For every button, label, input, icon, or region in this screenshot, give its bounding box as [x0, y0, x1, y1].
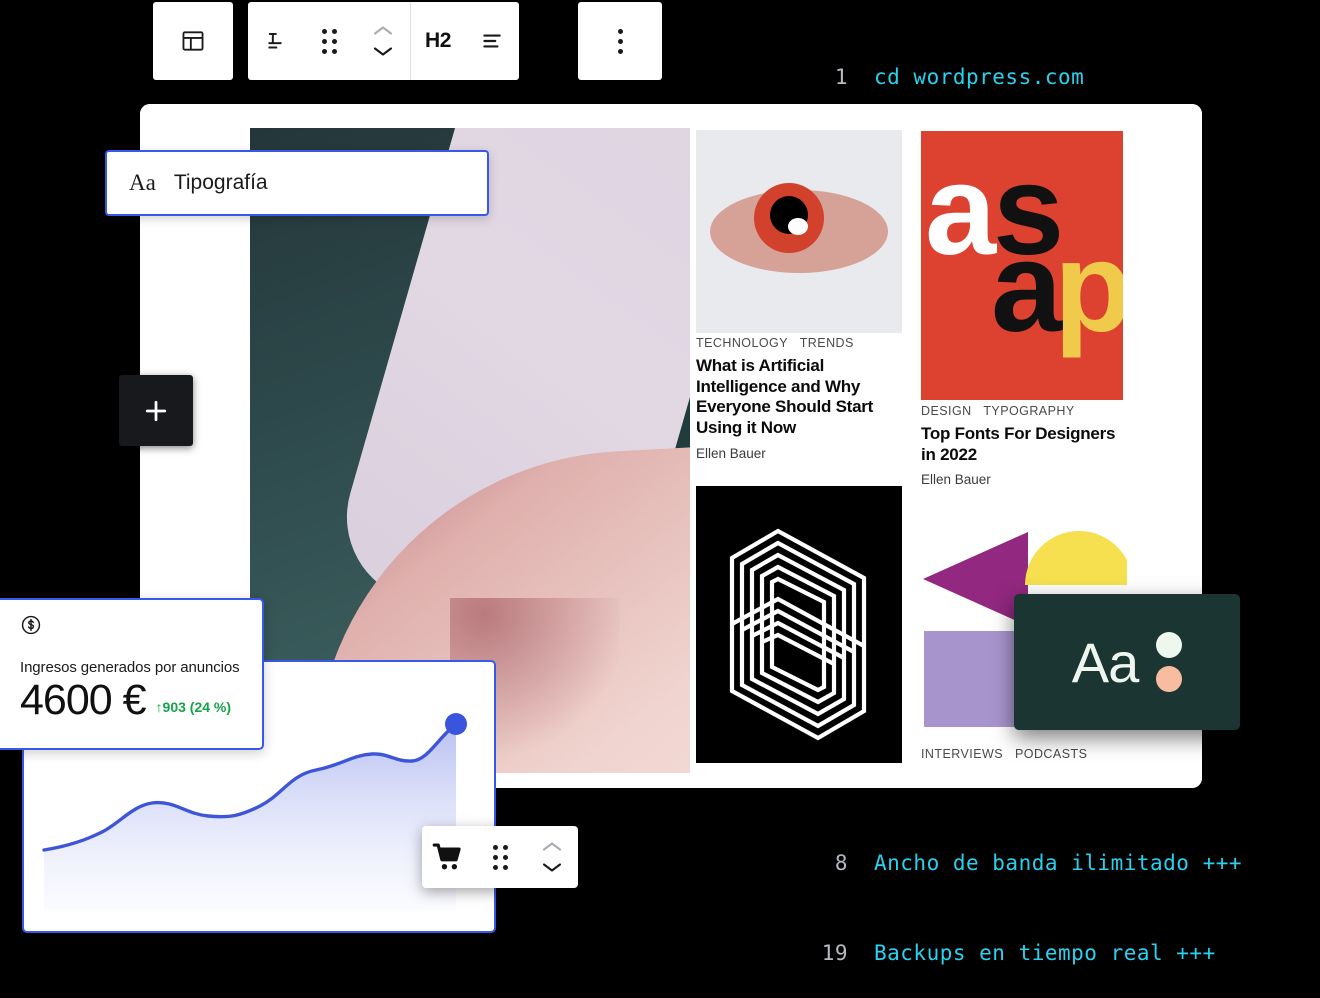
- chevron-up-icon[interactable]: [542, 841, 562, 852]
- article-card-fonts[interactable]: DESIGN TYPOGRAPHY Top Fonts For Designer…: [921, 404, 1133, 487]
- article-categories: TECHNOLOGY TRENDS: [696, 336, 908, 350]
- category-tag[interactable]: TECHNOLOGY: [696, 336, 788, 350]
- code-line: 8 Ancho de banda ilimitado +++: [800, 848, 1281, 878]
- article-author[interactable]: Ellen Bauer: [921, 472, 1133, 487]
- chart-end-marker: [445, 713, 467, 735]
- code-text: Backups en tiempo real +++: [874, 941, 1216, 965]
- toolbar-group-format: H2: [411, 2, 519, 80]
- color-swatches: [1156, 632, 1183, 692]
- screenshot-stage: 1 cd wordpress.com 2 $ git pull 3 enumer…: [0, 0, 1320, 998]
- layout-template-button[interactable]: [153, 2, 233, 80]
- plus-icon: [145, 400, 167, 421]
- category-tag[interactable]: TYPOGRAPHY: [983, 404, 1074, 418]
- stat-value: 4600 €: [20, 676, 147, 724]
- drag-handle-icon: [492, 844, 508, 870]
- paragraph-text-icon: [268, 32, 282, 49]
- line-number: 8: [834, 851, 848, 875]
- category-tag[interactable]: PODCASTS: [1015, 747, 1087, 761]
- typography-setting-card[interactable]: Aa Tipografía: [105, 150, 489, 216]
- code-text: cd wordpress.com: [874, 65, 1085, 89]
- line-number: 19: [821, 941, 848, 965]
- article-thumbnail-asap[interactable]: a s a p: [921, 131, 1123, 400]
- dollar-circle-icon: [21, 615, 41, 635]
- font-preview-card[interactable]: Aa: [1014, 594, 1240, 730]
- paragraph-block-button[interactable]: [248, 2, 302, 80]
- chevron-down-icon[interactable]: [542, 862, 562, 873]
- terminal-code-bottom: 8 Ancho de banda ilimitado +++ 19 Backup…: [800, 788, 1281, 998]
- line-number: 1: [834, 65, 848, 89]
- block-move-buttons[interactable]: [356, 2, 410, 80]
- toolbar-group-block: [248, 2, 410, 80]
- text-align-button[interactable]: [465, 2, 519, 80]
- heading-level-label: H2: [424, 29, 452, 52]
- category-tag[interactable]: DESIGN: [921, 404, 972, 418]
- article-thumbnail-eye[interactable]: [696, 130, 902, 333]
- stat-label: Ingresos generados por anuncios: [20, 659, 240, 676]
- typography-aa-icon: Aa: [129, 170, 156, 195]
- cart-block-button[interactable]: [422, 826, 474, 888]
- poster-letter-a2: a: [991, 216, 1063, 359]
- layout-template-icon: [182, 31, 204, 51]
- category-tag[interactable]: TRENDS: [800, 336, 854, 350]
- drag-handle-icon: [321, 28, 337, 54]
- shopping-cart-icon: [432, 843, 461, 870]
- article-thumbnail-maze[interactable]: [696, 486, 902, 763]
- article-categories: DESIGN TYPOGRAPHY: [921, 404, 1133, 418]
- heading-level-button[interactable]: H2: [411, 2, 465, 80]
- code-text: Ancho de banda ilimitado +++: [874, 851, 1243, 875]
- font-preview-label: Aa: [1071, 630, 1139, 694]
- cart-move-buttons[interactable]: [526, 826, 578, 888]
- swatch-cream[interactable]: [1156, 632, 1183, 658]
- chart-area-fill: [44, 724, 456, 911]
- hex-maze-icon: [729, 528, 867, 741]
- square-shape: [924, 631, 1019, 727]
- cart-block-toolbar[interactable]: [422, 826, 578, 888]
- article-card-interviews[interactable]: INTERVIEWS PODCASTS: [921, 747, 1133, 761]
- add-block-button[interactable]: [119, 375, 193, 446]
- triangle-shape: [923, 532, 1028, 626]
- category-tag[interactable]: INTERVIEWS: [921, 747, 1003, 761]
- article-categories: INTERVIEWS PODCASTS: [921, 747, 1133, 761]
- poster-letter-p: p: [1054, 216, 1123, 359]
- typography-label: Tipografía: [173, 171, 268, 194]
- article-card-ai[interactable]: TECHNOLOGY TRENDS What is Artificial Int…: [696, 336, 908, 461]
- block-options-button[interactable]: [578, 2, 662, 80]
- revenue-stat-card[interactable]: Ingresos generados por anuncios 4600 € ↑…: [0, 598, 264, 750]
- eye-highlight-shape: [788, 218, 808, 235]
- code-line: 19 Backups en tiempo real +++: [800, 938, 1281, 968]
- code-line: 1 cd wordpress.com: [800, 62, 1163, 92]
- more-vertical-icon: [617, 28, 623, 54]
- swatch-peach[interactable]: [1156, 666, 1183, 692]
- poster-letter-a1: a: [925, 139, 997, 282]
- block-drag-handle[interactable]: [302, 2, 356, 80]
- chevron-up-icon[interactable]: [373, 25, 393, 36]
- chevron-down-icon[interactable]: [373, 46, 393, 57]
- block-toolbar[interactable]: H2: [248, 2, 519, 80]
- stat-delta: ↑903 (24 %): [155, 699, 232, 716]
- semicircle-shape: [1025, 531, 1127, 585]
- cart-drag-handle[interactable]: [474, 826, 526, 888]
- article-title[interactable]: What is Artificial Intelligence and Why …: [696, 356, 908, 439]
- article-author[interactable]: Ellen Bauer: [696, 446, 908, 461]
- align-left-icon: [483, 34, 501, 48]
- article-title[interactable]: Top Fonts For Designers in 2022: [921, 424, 1133, 465]
